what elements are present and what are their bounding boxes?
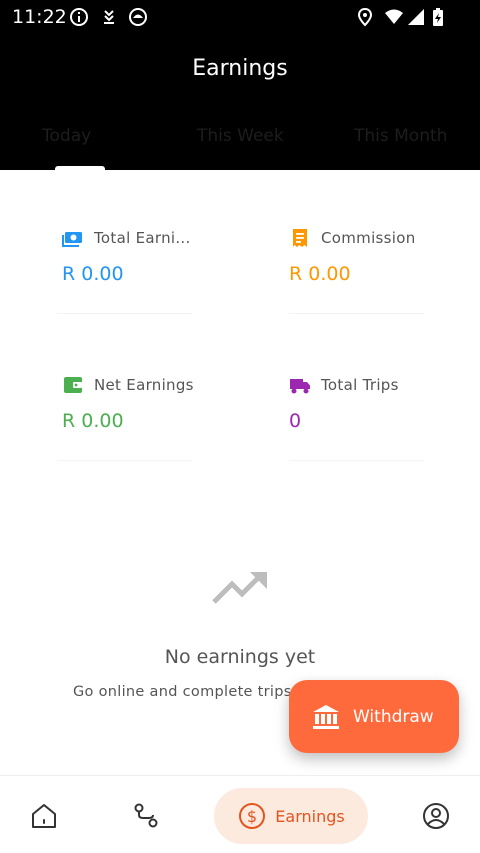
nav-trips[interactable] bbox=[118, 788, 174, 844]
battery-charging-icon bbox=[433, 8, 443, 26]
truck-icon bbox=[290, 379, 310, 394]
total-trips-value: 0 bbox=[289, 410, 302, 432]
nav-earnings[interactable]: $ Earnings bbox=[214, 788, 368, 844]
nav-earnings-label: Earnings bbox=[275, 806, 345, 826]
location-icon bbox=[357, 7, 373, 27]
net-earnings-value: R 0.00 bbox=[62, 410, 124, 432]
active-tab-indicator bbox=[55, 166, 105, 171]
android-icon bbox=[129, 8, 147, 26]
signal-icon bbox=[408, 9, 424, 25]
total-trips-label: Total Trips bbox=[321, 376, 399, 394]
trending-up-icon bbox=[212, 572, 267, 604]
commission-label: Commission bbox=[321, 229, 416, 247]
commission-value: R 0.00 bbox=[289, 263, 351, 285]
app-header: Earnings Today This Week This Month bbox=[0, 34, 480, 171]
nav-home[interactable] bbox=[16, 788, 72, 844]
card-divider bbox=[289, 460, 424, 461]
info-icon bbox=[70, 8, 88, 26]
profile-icon bbox=[423, 803, 449, 829]
card-divider bbox=[57, 460, 192, 461]
card-divider bbox=[57, 313, 192, 314]
withdraw-label: Withdraw bbox=[353, 706, 434, 727]
wallet-icon bbox=[64, 377, 82, 393]
tab-this-week[interactable]: This Week bbox=[197, 126, 284, 146]
withdraw-button[interactable]: Withdraw bbox=[289, 680, 459, 753]
status-bar: 11:22 bbox=[0, 0, 480, 34]
cash-icon bbox=[62, 232, 82, 247]
tab-today[interactable]: Today bbox=[42, 126, 91, 146]
page-title: Earnings bbox=[192, 56, 288, 81]
status-time: 11:22 bbox=[12, 6, 67, 28]
dollar-circle-icon: $ bbox=[239, 803, 266, 829]
wifi-icon bbox=[385, 9, 403, 24]
empty-state-title: No earnings yet bbox=[164, 646, 316, 668]
total-earnings-label: Total Earni... bbox=[94, 229, 191, 247]
empty-state-subtitle: Go online and complete trips bbox=[73, 684, 292, 700]
bank-icon bbox=[313, 704, 339, 729]
route-icon bbox=[134, 803, 158, 828]
receipt-icon bbox=[293, 229, 307, 247]
nav-profile[interactable] bbox=[408, 788, 464, 844]
total-earnings-value: R 0.00 bbox=[62, 263, 124, 285]
card-divider bbox=[289, 313, 424, 314]
net-earnings-label: Net Earnings bbox=[94, 376, 194, 394]
download-icon bbox=[104, 10, 114, 24]
svg-text:$: $ bbox=[247, 807, 257, 826]
home-icon bbox=[32, 804, 56, 828]
tab-this-month[interactable]: This Month bbox=[354, 126, 447, 146]
bottom-nav: $ Earnings bbox=[0, 775, 480, 853]
